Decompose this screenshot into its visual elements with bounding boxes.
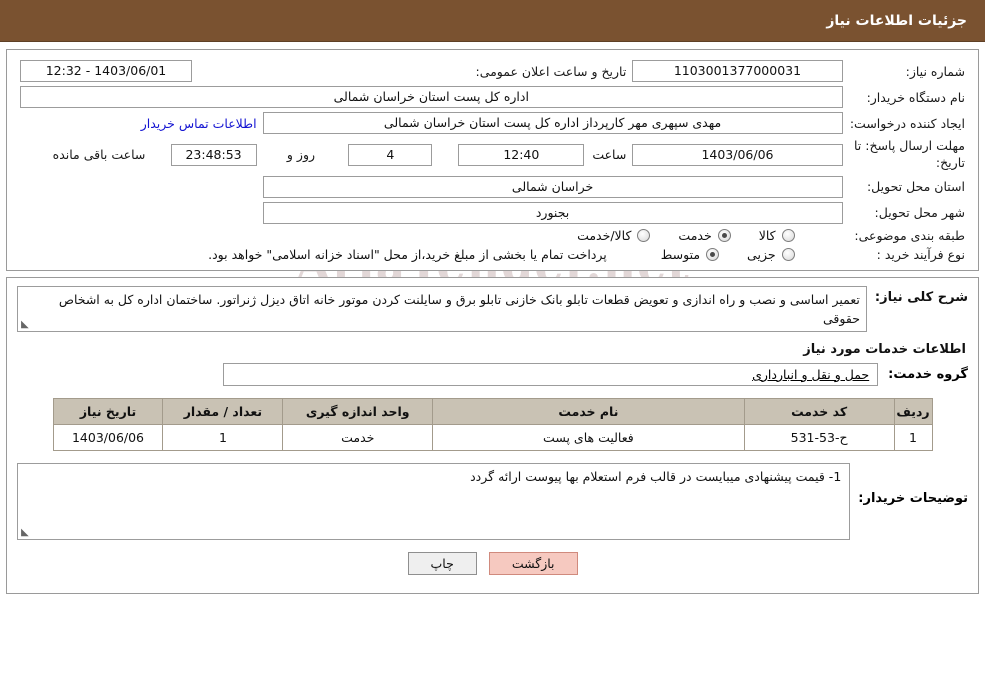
- radio-purchase-motavaset-label: متوسط: [660, 246, 701, 262]
- label-requester: ایجاد کننده درخواست:: [849, 115, 965, 131]
- services-section-title: اطلاعات خدمات مورد نیاز: [803, 341, 966, 357]
- header-bar: جزئیات اطلاعات نیاز: [0, 0, 985, 42]
- requester-field[interactable]: مهدی سپهری مهر کارپرداز اداره کل پست است…: [262, 112, 843, 134]
- cell-date: 1403/06/06: [52, 423, 164, 451]
- cell-purchase-type-options: جزیی متوسط پرداخت تمام یا بخشی از مبلغ خ…: [17, 245, 846, 264]
- cell-deadline-hour: ساعت 12:40: [435, 136, 629, 174]
- city-field[interactable]: بجنورد: [262, 201, 843, 224]
- page-root: جزئیات اطلاعات نیاز شماره نیاز: 11030013…: [0, 0, 985, 594]
- th-date: تاریخ نیاز: [52, 397, 164, 425]
- cell-city-value: بجنورد: [260, 200, 846, 226]
- need-info-table: شماره نیاز: 1103001377000031 تاریخ و ساع…: [17, 58, 968, 264]
- need-info-panel: شماره نیاز: 1103001377000031 تاریخ و ساع…: [6, 49, 979, 271]
- buyer-notes-textarea[interactable]: 1- قیمت پیشنهادی میبایست در قالب فرم است…: [17, 462, 851, 540]
- th-row: ردیف: [893, 397, 933, 425]
- cell-need-number-value: 1103001377000031: [629, 58, 845, 84]
- radio-category-khedmat-label: خدمت: [678, 227, 712, 243]
- label-category: طبقه بندی موضوعی:: [854, 227, 965, 243]
- public-announce-field[interactable]: 1403/06/01 - 12:32: [20, 60, 192, 82]
- radio-icon[interactable]: [637, 228, 651, 242]
- radio-category-kala[interactable]: کالا: [757, 228, 795, 243]
- resize-grip-icon[interactable]: ◢: [21, 527, 29, 538]
- general-description-row: شرح کلی نیاز: تعمیر اساسی و نصب و راه ان…: [17, 285, 968, 332]
- radio-category-khedmat[interactable]: خدمت: [676, 227, 731, 243]
- row-buyer-org: نام دستگاه خریدار: اداره کل پست استان خر…: [17, 84, 968, 110]
- radio-purchase-jozi[interactable]: جزیی: [745, 247, 795, 262]
- countdown-field: 23:48:53: [170, 143, 257, 166]
- row-city: شهر محل تحویل: بجنورد: [17, 200, 968, 226]
- th-unit: واحد اندازه گیری: [282, 397, 434, 425]
- deadline-time-field[interactable]: 12:40: [458, 143, 585, 166]
- service-group-row: گروه خدمت: حمل و نقل و انبارداری: [17, 362, 968, 386]
- th-qty: تعداد / مقدار: [162, 397, 284, 425]
- remaining-days-field[interactable]: 4: [348, 143, 433, 166]
- label-city: شهر محل تحویل:: [874, 205, 965, 221]
- cell-category-options: کالا خدمت کالا/خدمت: [17, 226, 846, 245]
- buyer-notes-label: توضیحات خریدار:: [858, 490, 968, 506]
- cell-buyer-contact-link: اطلاعات تماس خریدار: [17, 110, 260, 136]
- row-purchase-type: نوع فرآیند خرید : جزیی متوسط پرداخت تمام…: [17, 245, 968, 264]
- general-description-textarea[interactable]: تعمیر اساسی و نصب و راه اندازی و تعویض ق…: [17, 285, 867, 332]
- cell-deadline-date: 1403/06/06: [629, 136, 845, 174]
- province-field[interactable]: خراسان شمالی: [262, 175, 843, 198]
- radio-icon[interactable]: [781, 247, 795, 261]
- need-details-panel: شرح کلی نیاز: تعمیر اساسی و نصب و راه ان…: [6, 276, 979, 594]
- label-province: استان محل تحویل:: [866, 179, 965, 195]
- buyer-org-field[interactable]: اداره کل پست استان خراسان شمالی: [20, 86, 843, 108]
- table-header-row: ردیف کد خدمت نام خدمت واحد اندازه گیری ت…: [52, 397, 933, 425]
- need-number-field[interactable]: 1103001377000031: [632, 60, 843, 82]
- radio-category-kala-label: کالا: [758, 227, 776, 243]
- cell-unit: خدمت: [282, 423, 434, 451]
- label-public-announce: تاریخ و ساعت اعلان عمومی:: [475, 63, 627, 79]
- row-deadline: مهلت ارسال پاسخ: تا تاریخ: 1403/06/06 سا…: [17, 136, 968, 174]
- label-hour: ساعت: [592, 147, 627, 163]
- resize-grip-icon[interactable]: ◢: [21, 319, 29, 330]
- row-category: طبقه بندی موضوعی: کالا خدمت کالا/خدمت: [17, 226, 968, 245]
- cell-name: فعالیت های پست: [432, 423, 745, 451]
- radio-category-both-label: کالا/خدمت: [577, 227, 632, 243]
- general-description-label: شرح کلی نیاز:: [874, 289, 968, 305]
- label-deadline: مهلت ارسال پاسخ: تا تاریخ:: [854, 138, 965, 170]
- services-table: ردیف کد خدمت نام خدمت واحد اندازه گیری ت…: [52, 397, 933, 451]
- cell-row: 1: [893, 423, 933, 451]
- back-button[interactable]: بازگشت: [488, 551, 578, 575]
- radio-category-both[interactable]: کالا/خدمت: [575, 227, 651, 243]
- label-need-number: شماره نیاز:: [905, 63, 965, 79]
- label-purchase-type: نوع فرآیند خرید :: [876, 246, 965, 262]
- table-row: 1 ح-53-531 فعالیت های پست خدمت 1 1403/06…: [52, 423, 933, 451]
- radio-icon[interactable]: [717, 228, 731, 242]
- radio-purchase-jozi-label: جزیی: [747, 246, 776, 262]
- radio-icon[interactable]: [706, 247, 720, 261]
- print-button[interactable]: چاپ: [407, 551, 477, 575]
- th-name: نام خدمت: [432, 397, 745, 425]
- page-title: جزئیات اطلاعات نیاز: [826, 12, 967, 29]
- cell-countdown: 23:48:53: [148, 136, 259, 174]
- cell-days: 4: [342, 136, 435, 174]
- cell-code: ح-53-531: [743, 423, 895, 451]
- label-remaining: ساعت باقی مانده: [52, 147, 146, 163]
- label-days: روز و: [286, 147, 316, 163]
- cell-requester-value: مهدی سپهری مهر کارپرداز اداره کل پست است…: [260, 110, 846, 136]
- cell-buyer-org-value: اداره کل پست استان خراسان شمالی: [17, 84, 846, 110]
- service-group-label: گروه خدمت:: [888, 366, 968, 382]
- deadline-date-field[interactable]: 1403/06/06: [632, 143, 843, 166]
- label-buyer-org: نام دستگاه خریدار:: [866, 89, 965, 105]
- row-need-number: شماره نیاز: 1103001377000031 تاریخ و ساع…: [17, 58, 968, 84]
- radio-purchase-motavaset[interactable]: متوسط: [659, 246, 720, 262]
- cell-qty: 1: [162, 423, 284, 451]
- th-code: کد خدمت: [743, 397, 895, 425]
- radio-icon[interactable]: [781, 228, 795, 242]
- payment-note: پرداخت تمام یا بخشی از مبلغ خرید،از محل …: [208, 246, 607, 262]
- buyer-contact-link[interactable]: اطلاعات تماس خریدار: [141, 116, 257, 131]
- row-province: استان محل تحویل: خراسان شمالی: [17, 174, 968, 200]
- cell-province-value: خراسان شمالی: [260, 174, 846, 200]
- action-buttons: بازگشت چاپ: [17, 551, 968, 583]
- service-group-field[interactable]: حمل و نقل و انبارداری: [223, 362, 879, 386]
- buyer-notes-row: توضیحات خریدار: 1- قیمت پیشنهادی میبایست…: [17, 462, 968, 540]
- row-requester: ایجاد کننده درخواست: مهدی سپهری مهر کارپ…: [17, 110, 968, 136]
- cell-public-announce-value: 1403/06/01 - 12:32: [17, 58, 342, 84]
